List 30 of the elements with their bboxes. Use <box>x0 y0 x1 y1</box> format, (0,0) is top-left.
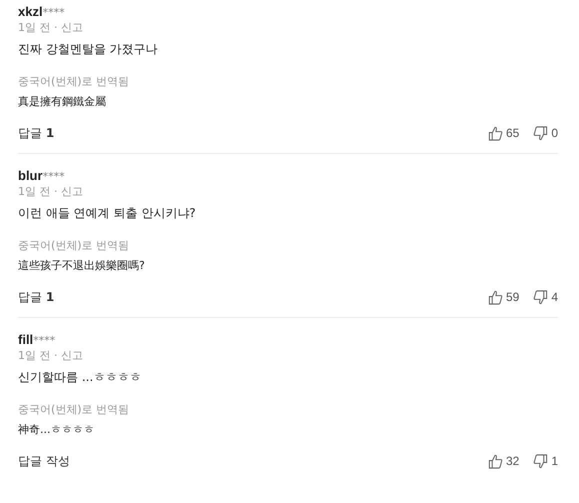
username: fill**** <box>18 332 56 348</box>
dislike-button[interactable]: 1 <box>533 454 558 468</box>
thumbs-up-icon <box>488 290 503 304</box>
dislike-button[interactable]: 4 <box>533 290 558 304</box>
dislike-button[interactable]: 0 <box>533 126 558 140</box>
translated-text: 真是擁有鋼鐵金屬 <box>18 94 107 109</box>
comment-text: 이런 애들 연예계 퇴출 안시키냐? <box>18 205 197 221</box>
translated-text: 這些孩子不退出娛樂圈嗎? <box>18 258 146 273</box>
translation-label: 중국어(번체)로 번역됨 <box>18 238 130 253</box>
like-button[interactable]: 32 <box>488 454 520 468</box>
thumbs-up-icon <box>488 126 503 140</box>
reply-link[interactable]: 답글 작성 <box>18 452 70 470</box>
comment-text: 신기할따름 ...ㅎㅎㅎㅎ <box>18 369 142 385</box>
comment-meta: 1일 전 · 신고 <box>18 20 84 35</box>
thumbs-down-icon <box>533 290 548 304</box>
thumbs-up-icon <box>488 454 503 468</box>
like-button[interactable]: 65 <box>488 126 520 140</box>
username: blur**** <box>18 168 66 184</box>
like-button[interactable]: 59 <box>488 290 520 304</box>
translation-label: 중국어(번체)로 번역됨 <box>18 402 130 417</box>
comment-text: 진짜 강철멘탈을 가졌구나 <box>18 41 159 57</box>
translation-label: 중국어(번체)로 번역됨 <box>18 74 130 89</box>
thumbs-down-icon <box>533 126 548 140</box>
username: xkzl**** <box>18 4 66 20</box>
comment-meta: 1일 전 · 신고 <box>18 348 84 363</box>
reply-link[interactable]: 답글 1 <box>18 288 54 306</box>
thumbs-down-icon <box>533 454 548 468</box>
translated-text: 神奇...ㅎㅎㅎㅎ <box>18 422 96 437</box>
reply-link[interactable]: 답글 1 <box>18 124 54 142</box>
comment-meta: 1일 전 · 신고 <box>18 184 84 199</box>
